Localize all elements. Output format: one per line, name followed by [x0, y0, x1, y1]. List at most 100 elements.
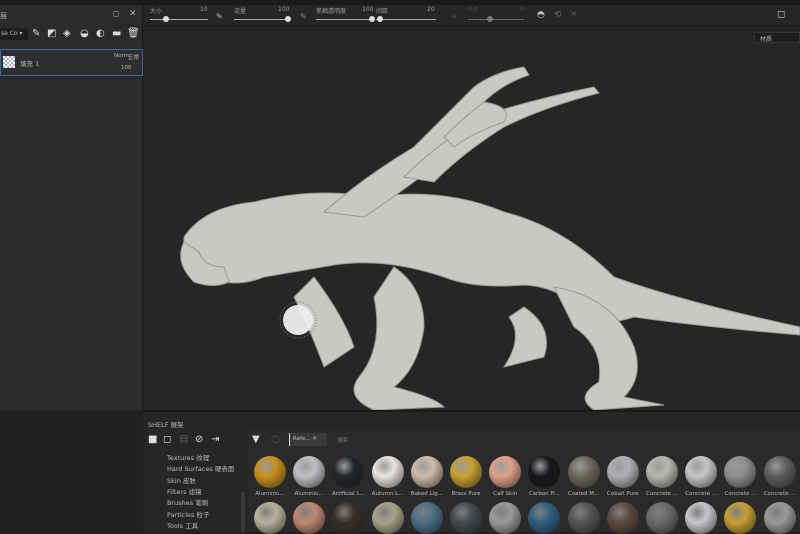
material-thumbnail[interactable] — [450, 502, 482, 534]
material-label: Brass Pure — [451, 491, 481, 497]
material-thumbnail[interactable] — [450, 456, 482, 488]
layer-row[interactable]: 填充 1 Norm 正常 100 — [0, 49, 143, 76]
material-label: Calf Skin — [493, 491, 518, 497]
circle-icon[interactable]: ○ — [271, 435, 280, 445]
display-mode-select[interactable]: 材质 — [754, 32, 800, 43]
jitter-value: 0 — [520, 6, 524, 13]
new-folder-icon[interactable]: ◻ — [163, 435, 171, 445]
material-thumbnail[interactable] — [724, 502, 757, 534]
material-thumbnail[interactable] — [332, 456, 365, 488]
search-input[interactable]: 搜索 — [337, 436, 348, 444]
material-thumbnail[interactable] — [724, 456, 757, 488]
material-thumbnail[interactable] — [371, 502, 404, 534]
folder-icon[interactable]: ▬ — [112, 29, 121, 39]
flow-label: 流量 — [234, 8, 247, 15]
material-thumbnail[interactable] — [293, 456, 326, 488]
size-slider[interactable] — [150, 19, 208, 20]
hide-icon[interactable]: ⊘ — [195, 435, 203, 445]
material-thumbnail[interactable] — [371, 456, 404, 488]
layer-blend[interactable]: Norm — [114, 53, 129, 59]
size-label: 大小 — [150, 8, 163, 15]
import-icon[interactable]: ⇥ — [211, 435, 219, 445]
material-thumbnail[interactable] — [606, 502, 639, 534]
material-thumbnail[interactable] — [293, 502, 326, 534]
brush-toolbar: 大小 10 ✎ 流量 100 ✎ 笔触透明度 100 间距 20 ⁘ 0.0 0… — [144, 5, 800, 26]
pen-pressure-icon[interactable]: ✎ — [300, 12, 307, 21]
spacing-label: 间距 — [376, 8, 389, 15]
material-thumbnail[interactable] — [685, 502, 718, 534]
stroke-opacity-slider[interactable] — [316, 19, 372, 20]
material-thumbnail[interactable] — [528, 502, 561, 534]
material-label: Concrete ... — [724, 491, 757, 497]
category-item[interactable]: Textures 纹理 — [167, 452, 209, 462]
material-label: Autumn L... — [371, 491, 404, 497]
close-icon[interactable]: ✕ — [129, 9, 137, 19]
material-thumbnail[interactable] — [646, 502, 678, 534]
material-thumbnail[interactable] — [254, 502, 286, 534]
pen-pressure-icon[interactable]: ✎ — [216, 12, 223, 21]
mask-icon[interactable]: ◈ — [63, 29, 71, 39]
stroke-opacity-label: 笔触透明度 — [316, 8, 347, 15]
effect-icon[interactable]: ◒ — [80, 29, 89, 39]
spacing-value: 20 — [427, 6, 435, 13]
dragon-model — [180, 66, 800, 410]
material-thumbnail[interactable] — [410, 456, 443, 488]
category-list: Textures 纹理 Hard Surfaces 硬表面 Skin 皮肤 Filte… — [151, 452, 245, 532]
material-area: ▼ ○ Refe... ✕ 搜索 Aluminiu... Aluminiu... A… — [247, 430, 800, 534]
jitter-icon[interactable]: ⁘ — [451, 12, 458, 21]
material-thumbnail[interactable] — [332, 502, 365, 534]
folder-icon[interactable]: ■ — [148, 435, 157, 445]
jitter-slider[interactable] — [468, 19, 524, 20]
panel-title: 层 — [0, 12, 7, 20]
float-icon[interactable]: ◻ — [113, 9, 120, 18]
symmetry-icon[interactable]: ◓ — [537, 10, 545, 20]
flow-slider[interactable] — [234, 19, 290, 20]
material-label: Concrete ... — [763, 491, 796, 497]
camera-icon[interactable]: ◻ — [777, 9, 785, 20]
material-thumbnail[interactable] — [685, 456, 718, 488]
material-thumbnail[interactable] — [763, 456, 796, 488]
material-thumbnail[interactable] — [254, 456, 286, 488]
material-thumbnail[interactable] — [567, 456, 600, 488]
material-label: Aluminiu... — [255, 491, 285, 497]
delete-icon[interactable]: 🗑 — [127, 29, 140, 39]
material-thumbnail[interactable] — [606, 456, 639, 488]
blend-mode-select[interactable]: se Co ▾ — [0, 28, 28, 40]
category-item[interactable]: Particles 粒子 — [167, 509, 209, 519]
fill-layer-icon[interactable]: ◩ — [47, 29, 56, 39]
category-item[interactable]: Skin 皮肤 — [167, 475, 196, 485]
category-scrollbar[interactable] — [241, 492, 245, 532]
material-thumbnail[interactable] — [763, 502, 796, 534]
3d-viewport[interactable]: 材质 — [144, 27, 800, 410]
category-item[interactable]: Hard Surfaces 硬表面 — [167, 463, 234, 473]
mirror-icon[interactable]: ✕ — [570, 10, 578, 20]
smart-mask-icon[interactable]: ◐ — [96, 29, 105, 39]
grid-icon[interactable]: ▤ — [179, 435, 188, 445]
material-thumbnail[interactable] — [528, 456, 561, 488]
layer-opacity[interactable]: 100 — [121, 65, 132, 71]
layer-thumbnail — [3, 56, 15, 68]
size-value: 10 — [200, 6, 208, 13]
category-item[interactable]: Filters 滤镜 — [167, 486, 202, 496]
paint-layer-icon[interactable]: ✎ — [32, 29, 40, 39]
filter-tag[interactable]: Refe... ✕ — [289, 433, 327, 446]
layers-panel: 层 ◻ ✕ se Co ▾ ✎ ◩ ◈ ◒ ◐ ▬ 🗑 填充 1 Norm 正常… — [0, 5, 143, 410]
brush-cursor — [283, 305, 313, 335]
spacing-slider[interactable] — [376, 19, 436, 20]
material-thumbnail[interactable] — [489, 502, 522, 534]
material-thumbnail[interactable] — [646, 456, 678, 488]
material-label: Cobalt Pure — [606, 491, 639, 497]
material-thumbnail[interactable] — [410, 502, 443, 534]
category-item[interactable]: Tools 工具 — [167, 520, 198, 530]
filter-icon[interactable]: ▼ — [252, 435, 260, 445]
display-mode-value: 材质 — [760, 36, 773, 43]
layer-name: 填充 1 — [20, 60, 40, 68]
category-item[interactable]: Brushes 笔刷 — [167, 497, 208, 507]
shelf-title: SHELF 展架 — [148, 421, 184, 429]
material-label: Concrete ... — [646, 491, 678, 497]
remove-tag-icon[interactable]: ✕ — [312, 436, 317, 442]
lazy-mouse-icon[interactable]: ⟲ — [554, 10, 562, 20]
filter-tag-label: Refe... — [293, 436, 311, 442]
material-thumbnail[interactable] — [567, 502, 600, 534]
material-thumbnail[interactable] — [489, 456, 522, 488]
